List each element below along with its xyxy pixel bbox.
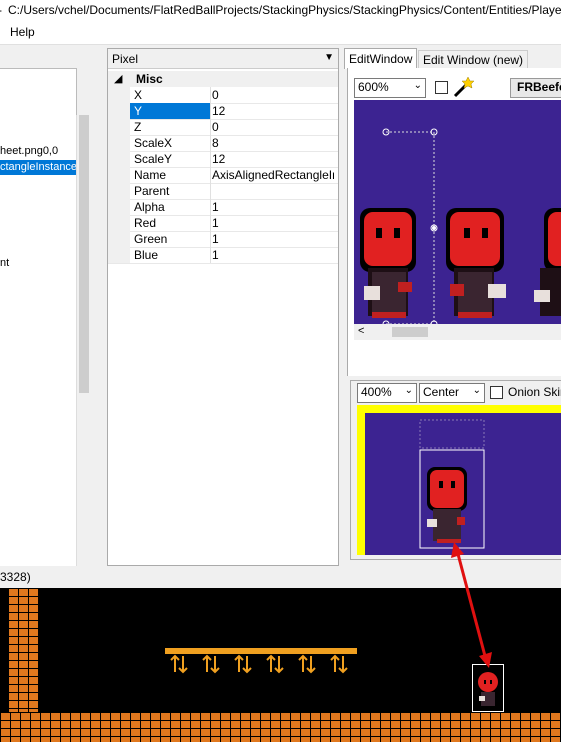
property-object-name: Pixel [112,52,139,66]
property-grid-header[interactable]: Pixel ▼ [108,49,338,69]
game-view[interactable] [0,588,561,742]
property-row-alpha[interactable]: Alpha 1 [108,199,338,216]
property-row-scalex[interactable]: ScaleX 8 [108,135,338,152]
property-row-y[interactable]: Y 12 [108,103,338,120]
onion-skin-label: Onion Skin [508,385,561,399]
sprite-frame-2 [446,208,506,318]
animation-preview-panel: 400% ⌄ Center ⌄ Onion Skin [350,380,561,560]
property-value[interactable]: 12 [212,151,334,167]
zoom-select[interactable]: 600% ⌄ [354,78,426,98]
property-value[interactable]: 8 [212,135,334,151]
brick-wall [8,588,38,712]
property-row-blue[interactable]: Blue 1 [108,247,338,264]
property-name[interactable]: ScaleX [130,135,211,151]
preview-sprite [419,419,485,549]
property-value[interactable]: 12 [212,103,334,119]
property-value[interactable]: 1 [212,231,334,247]
property-name[interactable]: Green [130,231,211,247]
chevron-down-icon[interactable]: ▼ [324,52,334,63]
menu-bar: Help [0,20,561,45]
property-value[interactable]: 1 [212,247,334,263]
title-prefix: - [0,3,2,17]
property-name[interactable]: Name [130,167,211,183]
menu-help[interactable]: Help [10,25,35,39]
sprite-frame-1 [360,208,416,318]
property-value[interactable]: 0 [212,87,334,103]
property-value[interactable] [212,183,334,199]
edit-canvas[interactable] [354,100,561,324]
property-name[interactable]: Red [130,215,211,231]
chevron-down-icon: ⌄ [404,385,413,396]
edit-window-tabs: EditWindow Edit Window (new) [344,48,561,70]
row-gutter [108,247,130,263]
player-sprite [478,672,498,706]
status-text: 3328) [0,570,31,584]
status-bar: 3328) [0,566,561,588]
left-panel: heet.png0,0 ctangleInstance nt ▼ > [0,47,104,601]
edit-toolbar: 600%⌄ FRBeefca [354,76,561,98]
edit-window-panel: 600%⌄ FRBeefca [347,68,561,376]
chevron-down-icon: ⌄ [413,80,422,91]
property-name[interactable]: Y [130,103,211,119]
object-tree[interactable]: heet.png0,0 ctangleInstance nt [0,68,77,588]
scroll-thumb[interactable] [392,327,428,337]
tab-edit-window[interactable]: EditWindow [344,48,418,69]
tree-item[interactable]: nt [0,256,9,271]
row-gutter [108,135,130,151]
row-gutter [108,103,130,119]
row-gutter [108,87,130,103]
row-gutter [108,215,130,231]
magic-wand-icon[interactable] [451,76,475,98]
tree-item-selected[interactable]: ctangleInstance [0,160,76,175]
onion-skin-checkbox[interactable] [490,386,503,399]
property-row-parent[interactable]: Parent [108,183,338,200]
preview-canvas[interactable] [357,405,561,555]
scroll-thumb[interactable] [79,115,89,393]
row-gutter [108,183,130,199]
property-row-name[interactable]: NameAxisAlignedRectangleInsta [108,167,338,184]
property-name[interactable]: Parent [130,183,211,199]
property-row-z[interactable]: Z0 [108,119,338,136]
property-row-red[interactable]: Red 1 [108,215,338,232]
brick-floor [0,712,561,742]
property-name[interactable]: Alpha [130,199,211,215]
row-gutter [108,151,130,167]
property-value[interactable]: 1 [212,215,334,231]
property-name[interactable]: Blue [130,247,211,263]
tree-item[interactable]: heet.png0,0 [0,144,58,159]
property-row-scaley[interactable]: ScaleY 12 [108,151,338,168]
property-value[interactable]: 1 [212,199,334,215]
property-name[interactable]: Z [130,119,211,135]
sprite-frame-3 [534,208,561,316]
scroll-left-icon[interactable]: < [358,325,364,337]
row-gutter [108,231,130,247]
sprite-sheet-view [360,128,561,324]
property-value[interactable]: 0 [212,119,334,135]
property-name[interactable]: X [130,87,211,103]
property-grid: Pixel ▼ ◢ Misc X 0 Y 12 Z 0 ScaleX 8 ScaleY 12 Nam… [107,48,339,566]
window-title: C:/Users/vchel/Documents/FlatRedBallProj… [8,3,561,17]
tab-edit-window-new[interactable]: Edit Window (new) [418,50,529,70]
collapse-icon[interactable]: ◢ [114,72,122,85]
property-row-x[interactable]: X0 [108,87,338,104]
row-gutter [108,199,130,215]
alignment-select[interactable]: Center ⌄ [419,383,485,403]
row-gutter [108,167,130,183]
property-row-green[interactable]: Green 1 [108,231,338,248]
chevron-down-icon: ⌄ [472,385,481,396]
spring-arrows [170,654,348,674]
row-gutter [108,119,130,135]
tree-vertical-scrollbar[interactable]: ▼ [76,115,91,587]
property-value[interactable]: AxisAlignedRectangleInsta [212,167,334,183]
category-label: Misc [136,72,163,86]
texture-button[interactable]: FRBeefca [510,78,561,98]
preview-zoom-select[interactable]: 400% ⌄ [357,383,417,403]
title-bar: - C:/Users/vchel/Documents/FlatRedBallPr… [0,0,561,20]
snap-checkbox[interactable] [435,81,448,94]
canvas-horizontal-scrollbar[interactable]: < [354,324,561,340]
category-misc[interactable]: ◢ Misc [108,71,338,87]
property-name[interactable]: ScaleY [130,151,211,167]
